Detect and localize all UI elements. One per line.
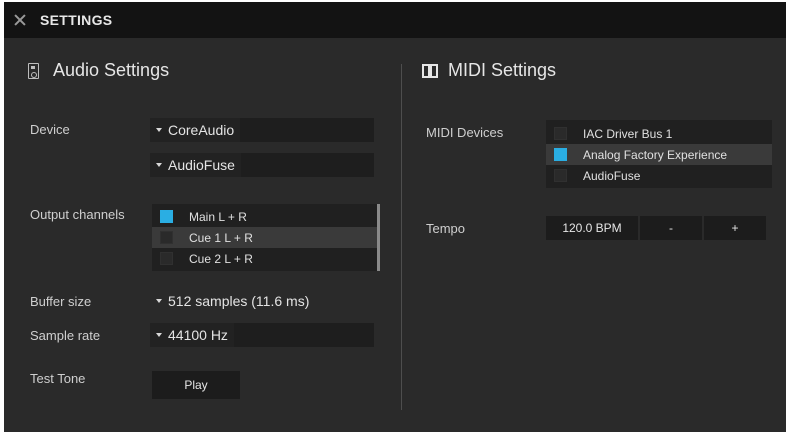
scrollbar[interactable] <box>377 204 380 271</box>
buffer-size-value: 512 samples (11.6 ms) <box>168 293 310 309</box>
list-item[interactable]: Main L + R <box>152 206 377 227</box>
device-name-dropdown[interactable]: AudioFuse <box>150 153 374 177</box>
checkbox[interactable] <box>554 148 567 161</box>
buffer-size-label: Buffer size <box>30 294 92 309</box>
section-divider <box>401 64 402 410</box>
output-channels-label: Output channels <box>30 207 125 222</box>
play-button[interactable]: Play <box>152 371 240 399</box>
checkbox[interactable] <box>160 210 173 223</box>
midi-settings-title: MIDI Settings <box>448 60 557 80</box>
device-name-value: AudioFuse <box>168 157 235 173</box>
list-item[interactable]: Analog Factory Experience <box>546 144 772 165</box>
tempo-decrease-button[interactable]: - <box>640 216 702 240</box>
test-tone-label: Test Tone <box>30 371 86 386</box>
list-item[interactable]: AudioFuse <box>546 165 772 186</box>
chevron-down-icon <box>156 163 162 167</box>
checkbox[interactable] <box>554 169 567 182</box>
tempo-label: Tempo <box>426 221 466 236</box>
checkbox[interactable] <box>160 231 173 244</box>
tempo-increase-button[interactable]: + <box>704 216 766 240</box>
midi-devices-label: MIDI Devices <box>426 125 504 140</box>
settings-window: SETTINGS Audio Settings Device CoreAudio… <box>4 2 786 432</box>
audio-settings-title: Audio Settings <box>53 60 170 80</box>
list-item[interactable]: Cue 2 L + R <box>152 248 377 269</box>
chevron-down-icon <box>156 333 162 337</box>
close-icon[interactable] <box>14 14 26 26</box>
output-channels-list: Main L + R Cue 1 L + R Cue 2 L + R <box>152 204 380 271</box>
list-item[interactable]: IAC Driver Bus 1 <box>546 123 772 144</box>
buffer-size-dropdown[interactable]: 512 samples (11.6 ms) <box>150 289 374 313</box>
sample-rate-dropdown[interactable]: 44100 Hz <box>150 323 374 347</box>
title-bar: SETTINGS <box>4 2 786 38</box>
keyboard-icon <box>422 63 438 78</box>
tempo-value[interactable]: 120.0 BPM <box>546 216 638 240</box>
audio-settings-heading: Audio Settings <box>28 60 169 81</box>
checkbox[interactable] <box>160 252 173 265</box>
list-item[interactable]: Cue 1 L + R <box>152 227 377 248</box>
midi-settings-heading: MIDI Settings <box>422 60 556 81</box>
window-title: SETTINGS <box>40 12 113 28</box>
device-driver-value: CoreAudio <box>168 122 235 138</box>
sample-rate-value: 44100 Hz <box>168 327 228 343</box>
checkbox[interactable] <box>554 127 567 140</box>
speaker-icon <box>28 62 39 79</box>
device-driver-dropdown[interactable]: CoreAudio <box>150 118 374 142</box>
chevron-down-icon <box>156 299 162 303</box>
sample-rate-label: Sample rate <box>30 328 101 343</box>
chevron-down-icon <box>156 128 162 132</box>
midi-devices-list: IAC Driver Bus 1 Analog Factory Experien… <box>546 120 772 188</box>
device-label: Device <box>30 122 70 137</box>
